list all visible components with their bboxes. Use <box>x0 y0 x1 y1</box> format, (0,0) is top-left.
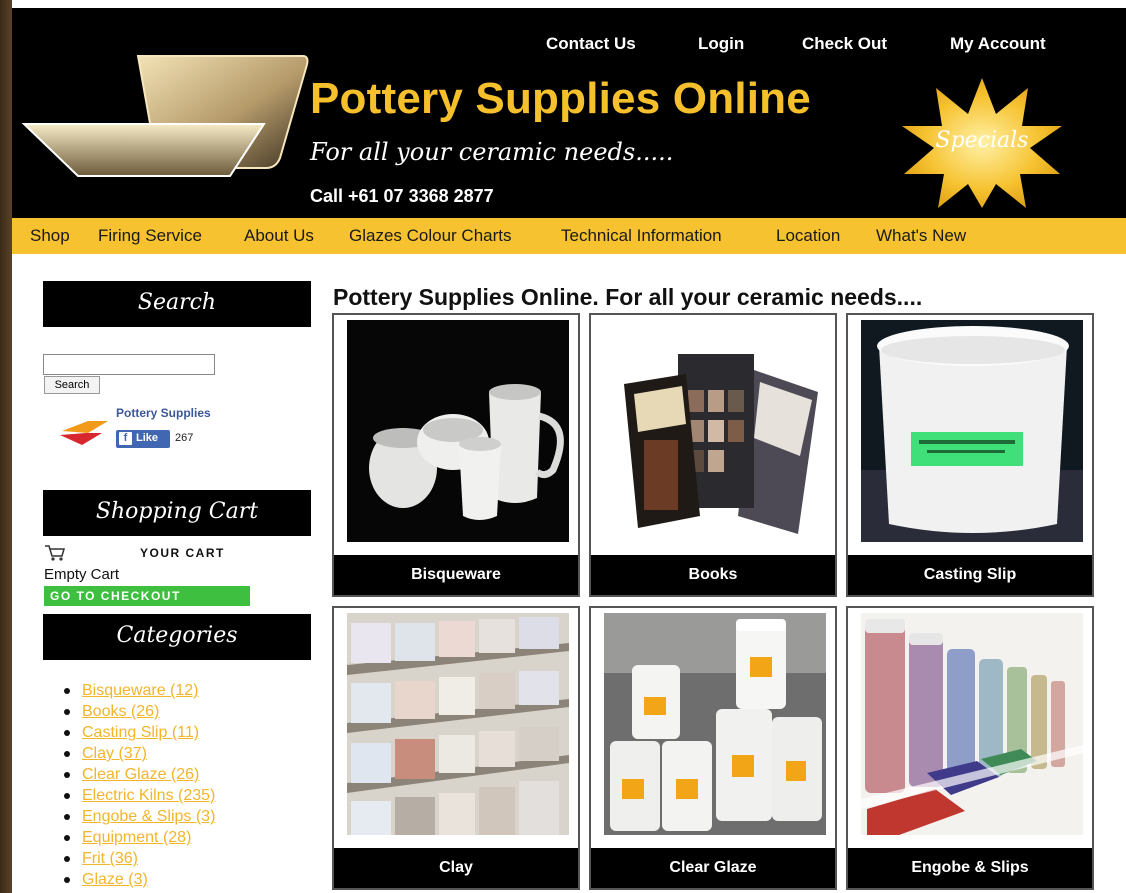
category-link-casting-slip[interactable]: Casting Slip (11) <box>82 724 199 741</box>
categories-heading: Categories <box>43 614 311 660</box>
tile-caption: Clay <box>334 848 578 888</box>
list-item: Bisqueware (12) <box>62 680 215 701</box>
search-heading: Search <box>43 281 311 327</box>
site-title[interactable]: Pottery Supplies Online <box>310 74 811 124</box>
pottery-supplies-logo-icon <box>60 421 108 445</box>
like-label: Like <box>136 432 159 444</box>
category-link-clear-glaze[interactable]: Clear Glaze (26) <box>82 766 199 783</box>
check-out-link[interactable]: Check Out <box>802 34 887 54</box>
facebook-like-button[interactable]: f Like <box>116 430 170 448</box>
list-item: Electric Kilns (235) <box>62 785 215 806</box>
list-item: Glaze (3) <box>62 869 215 890</box>
tile-caption: Books <box>591 555 835 595</box>
category-link-frit[interactable]: Frit (36) <box>82 850 138 867</box>
tile-caption: Casting Slip <box>848 555 1092 595</box>
my-account-link[interactable]: My Account <box>950 34 1046 54</box>
nav-technical-information[interactable]: Technical Information <box>561 226 722 246</box>
category-link-clay[interactable]: Clay (37) <box>82 745 147 762</box>
list-item: Clay (37) <box>62 743 215 764</box>
category-tile-books[interactable]: Books <box>589 313 837 597</box>
like-count: 267 <box>175 432 194 444</box>
nav-about-us[interactable]: About Us <box>244 226 314 246</box>
bisqueware-photo <box>347 320 569 542</box>
search-button[interactable]: Search <box>44 376 100 394</box>
top-links: Contact Us Login Check Out My Account <box>12 34 1126 58</box>
list-item: Clear Glaze (26) <box>62 764 215 785</box>
engobe-slips-photo <box>861 613 1083 835</box>
category-link-engobe-slips[interactable]: Engobe & Slips (3) <box>82 808 215 825</box>
list-item: Engobe & Slips (3) <box>62 806 215 827</box>
clear-glaze-photo <box>604 613 826 835</box>
shopping-cart-heading: Shopping Cart <box>43 490 311 536</box>
your-cart-label: YOUR CART <box>140 546 225 560</box>
bowl-logo-icon[interactable] <box>18 48 318 188</box>
category-link-equipment[interactable]: Equipment (28) <box>82 829 191 846</box>
category-tile-engobe-slips[interactable]: Engobe & Slips <box>846 606 1094 890</box>
nav-glazes-colour-charts[interactable]: Glazes Colour Charts <box>349 226 512 246</box>
contact-us-link[interactable]: Contact Us <box>546 34 636 54</box>
main-nav: Shop Firing Service About Us Glazes Colo… <box>12 218 1126 254</box>
category-tile-casting-slip[interactable]: Casting Slip <box>846 313 1094 597</box>
list-item: Books (26) <box>62 701 215 722</box>
specials-badge[interactable]: Specials <box>900 76 1064 210</box>
nav-firing-service[interactable]: Firing Service <box>98 226 202 246</box>
empty-cart-text: Empty Cart <box>44 566 120 583</box>
clay-photo <box>347 613 569 835</box>
nav-shop[interactable]: Shop <box>30 226 70 246</box>
list-item: Equipment (28) <box>62 827 215 848</box>
list-item: Frit (36) <box>62 848 215 869</box>
list-item: Casting Slip (11) <box>62 722 215 743</box>
category-link-bisqueware[interactable]: Bisqueware (12) <box>82 682 199 699</box>
category-tile-bisqueware[interactable]: Bisqueware <box>332 313 580 597</box>
facebook-page-link[interactable]: Pottery Supplies <box>116 406 211 420</box>
page-title: Pottery Supplies Online. For all your ce… <box>333 284 923 310</box>
login-link[interactable]: Login <box>698 34 744 54</box>
phone-number: Call +61 07 3368 2877 <box>310 186 494 206</box>
category-list: Bisqueware (12) Books (26) Casting Slip … <box>62 680 215 890</box>
nav-location[interactable]: Location <box>776 226 840 246</box>
category-link-books[interactable]: Books (26) <box>82 703 159 720</box>
cart-icon[interactable] <box>44 544 66 562</box>
tile-caption: Engobe & Slips <box>848 848 1092 888</box>
page-left-border <box>0 0 12 893</box>
site-header: Pottery Supplies Online For all your cer… <box>12 8 1126 218</box>
category-link-electric-kilns[interactable]: Electric Kilns (235) <box>82 787 215 804</box>
specials-label: Specials <box>935 128 1029 153</box>
tile-caption: Clear Glaze <box>591 848 835 888</box>
go-to-checkout-button[interactable]: GO TO CHECKOUT <box>44 586 250 606</box>
site-tagline: For all your ceramic needs..... <box>310 138 674 166</box>
books-photo <box>604 320 826 542</box>
tile-caption: Bisqueware <box>334 555 578 595</box>
search-input[interactable] <box>43 354 215 375</box>
nav-whats-new[interactable]: What's New <box>876 226 966 246</box>
category-tile-clear-glaze[interactable]: Clear Glaze <box>589 606 837 890</box>
page-top-margin <box>12 0 1126 8</box>
casting-slip-photo <box>861 320 1083 542</box>
category-link-glaze[interactable]: Glaze (3) <box>82 871 148 888</box>
category-tile-clay[interactable]: Clay <box>332 606 580 890</box>
facebook-icon: f <box>119 432 132 445</box>
